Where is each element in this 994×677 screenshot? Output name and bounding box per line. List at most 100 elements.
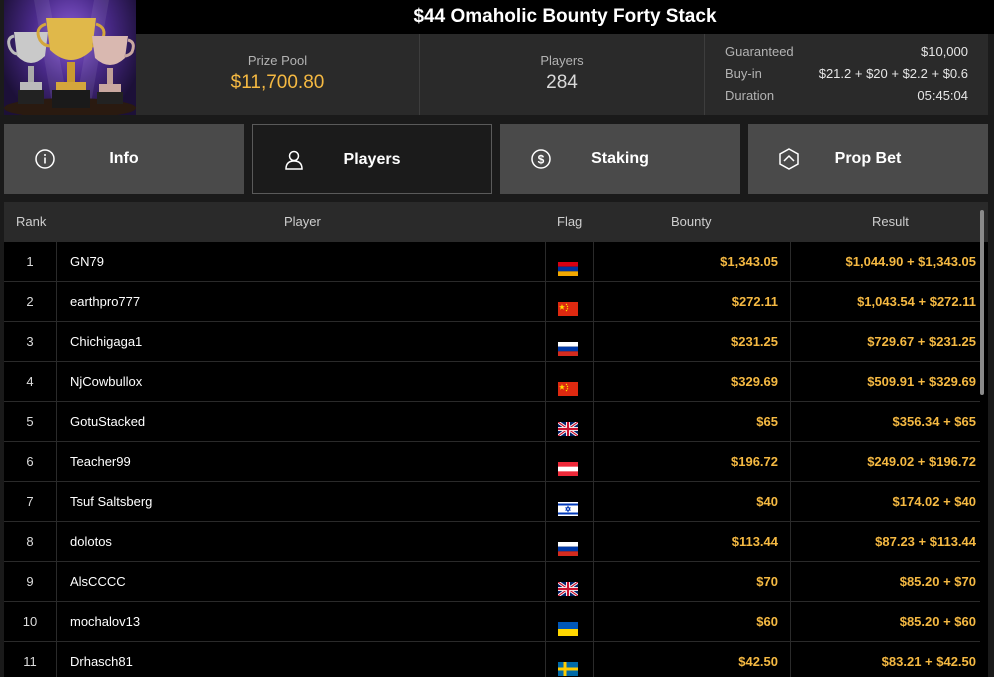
result-cell: $83.21 + $42.50	[881, 654, 976, 669]
tab-prop-bet[interactable]: Prop Bet	[748, 124, 988, 194]
rank-cell: 2	[4, 282, 57, 321]
tab-players-label: Players	[343, 151, 401, 168]
result-cell: $509.91 + $329.69	[867, 374, 976, 389]
duration-row: Duration 05:45:04	[725, 88, 968, 110]
tab-staking[interactable]: $ Staking	[500, 124, 740, 194]
result-cell: $249.02 + $196.72	[867, 454, 976, 469]
rank-cell: 9	[4, 562, 57, 601]
flag-cell	[546, 602, 594, 641]
header-player[interactable]: Player	[284, 202, 321, 242]
scrollbar[interactable]	[980, 210, 984, 395]
guaranteed-row: Guaranteed $10,000	[725, 44, 968, 66]
bounty-cell: $329.69	[594, 362, 791, 401]
players-stat: Players 284	[419, 34, 704, 115]
buyin-row: Buy-in $21.2 + $20 + $2.2 + $0.6	[725, 66, 968, 88]
player-name[interactable]: mochalov13	[57, 602, 546, 641]
header-bounty[interactable]: Bounty	[671, 202, 711, 242]
players-table: Rank Player Flag Bounty Result 1 GN79 $1,3…	[4, 202, 988, 677]
bounty-cell: $65	[594, 402, 791, 441]
result-cell: $174.02 + $40	[892, 494, 977, 509]
player-name[interactable]: earthpro777	[57, 282, 546, 321]
table-header: Rank Player Flag Bounty Result	[4, 202, 988, 242]
table-row[interactable]: 11 Drhasch81 $42.50 $83.21 + $42.50	[4, 642, 980, 677]
result-cell: $85.20 + $60	[899, 614, 976, 629]
armenia-flag	[558, 252, 578, 276]
players-value: 284	[546, 72, 578, 93]
header-result[interactable]: Result	[872, 202, 909, 242]
player-name[interactable]: dolotos	[57, 522, 546, 561]
table-row[interactable]: 4 NjCowbullox $329.69 $509.91 + $329.69	[4, 362, 980, 402]
israel-flag	[558, 492, 578, 516]
bounty-cell: $42.50	[594, 642, 791, 677]
tab-info-label: Info	[109, 150, 139, 167]
tournament-stats: Prize Pool $11,700.80 Players 284 Guaran…	[136, 34, 988, 115]
player-name[interactable]: Teacher99	[57, 442, 546, 481]
tournament-title: $44 Omaholic Bounty Forty Stack	[136, 0, 994, 34]
result-cell: $1,043.54 + $272.11	[857, 294, 976, 309]
result-cell: $1,044.90 + $1,343.05	[845, 254, 976, 269]
duration-value: 05:45:04	[917, 88, 968, 103]
rank-cell: 6	[4, 442, 57, 481]
table-row[interactable]: 8 dolotos $113.44 $87.23 + $113.44	[4, 522, 980, 562]
guaranteed-label: Guaranteed	[725, 44, 794, 59]
table-row[interactable]: 7 Tsuf Saltsberg $40 $174.02 + $40	[4, 482, 980, 522]
result-cell: $356.34 + $65	[892, 414, 977, 429]
table-row[interactable]: 10 mochalov13 $60 $85.20 + $60	[4, 602, 980, 642]
table-row[interactable]: 3 Chichigaga1 $231.25 $729.67 + $231.25	[4, 322, 980, 362]
bounty-cell: $272.11	[594, 282, 791, 321]
prize-pool-label: Prize Pool	[247, 53, 308, 68]
bounty-cell: $70	[594, 562, 791, 601]
player-name[interactable]: Chichigaga1	[57, 322, 546, 361]
uk-flag	[557, 412, 579, 438]
table-row[interactable]: 9 AlsCCCC $70 $85.20 + $70	[4, 562, 980, 602]
flag-cell	[546, 322, 594, 361]
flag-cell	[546, 642, 594, 677]
table-row[interactable]: 6 Teacher99 $196.72 $249.02 + $196.72	[4, 442, 980, 482]
table-row[interactable]: 2 earthpro777 $272.11 $1,043.54 + $272.11	[4, 282, 980, 322]
russia-flag	[558, 532, 578, 556]
bounty-cell: $1,343.05	[594, 242, 791, 281]
trophy-image	[4, 0, 136, 115]
tab-info[interactable]: Info	[4, 124, 244, 194]
players-label: Players	[540, 53, 584, 68]
flag-cell	[546, 482, 594, 521]
player-name[interactable]: GotuStacked	[57, 402, 546, 441]
flag-cell	[546, 562, 594, 601]
bounty-cell: $113.44	[594, 522, 791, 561]
tab-prop-bet-label: Prop Bet	[834, 150, 902, 167]
china-flag	[558, 292, 578, 316]
rank-cell: 4	[4, 362, 57, 401]
player-name[interactable]: AlsCCCC	[57, 562, 546, 601]
uk-flag	[557, 572, 579, 598]
flag-cell	[546, 362, 594, 401]
flag-cell	[546, 522, 594, 561]
player-name[interactable]: Drhasch81	[57, 642, 546, 677]
sweden-flag	[558, 652, 578, 676]
flag-cell	[546, 402, 594, 441]
tournament-details: Guaranteed $10,000 Buy-in $21.2 + $20 + …	[704, 34, 988, 115]
rank-cell: 5	[4, 402, 57, 441]
china-flag	[558, 372, 578, 396]
prize-pool-value: $11,700.80	[230, 72, 325, 93]
guaranteed-value: $10,000	[921, 44, 968, 59]
duration-label: Duration	[725, 88, 775, 103]
tab-staking-label: Staking	[591, 150, 649, 167]
player-name[interactable]: Tsuf Saltsberg	[57, 482, 546, 521]
flag-cell	[546, 282, 594, 321]
austria-flag	[558, 452, 578, 476]
rank-cell: 7	[4, 482, 57, 521]
tab-players[interactable]: Players	[252, 124, 492, 194]
russia-flag	[558, 332, 578, 356]
flag-cell	[546, 442, 594, 481]
player-name[interactable]: NjCowbullox	[57, 362, 546, 401]
header-flag[interactable]: Flag	[557, 202, 582, 242]
rank-cell: 10	[4, 602, 57, 641]
result-cell: $729.67 + $231.25	[867, 334, 976, 349]
table-row[interactable]: 1 GN79 $1,343.05 $1,044.90 + $1,343.05	[4, 242, 980, 282]
player-name[interactable]: GN79	[57, 242, 546, 281]
rank-cell: 1	[4, 242, 57, 281]
header-rank[interactable]: Rank	[16, 202, 46, 242]
table-row[interactable]: 5 GotuStacked $65 $356.34 + $65	[4, 402, 980, 442]
result-cell: $85.20 + $70	[899, 574, 976, 589]
result-cell: $87.23 + $113.44	[875, 534, 976, 549]
